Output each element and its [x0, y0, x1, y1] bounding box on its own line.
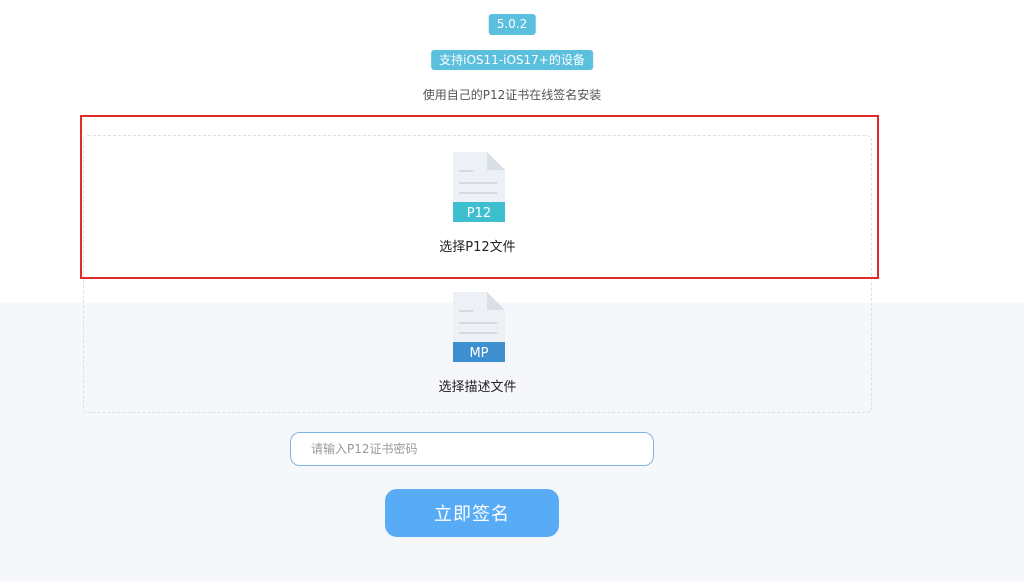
version-badge: 5.0.2	[488, 14, 536, 35]
mp-file-icon: MP	[452, 292, 505, 362]
p12-password-input[interactable]	[290, 432, 654, 466]
page-subtitle: 使用自己的P12证书在线签名安装	[422, 88, 602, 102]
select-p12-file-button[interactable]: P12 选择P12文件	[84, 152, 871, 255]
svg-text:P12: P12	[466, 206, 490, 221]
svg-text:MP: MP	[469, 346, 488, 361]
upload-area: P12 选择P12文件 MP 选择描述文件	[83, 135, 872, 413]
sign-now-button[interactable]: 立即签名	[385, 489, 559, 537]
select-p12-label: 选择P12文件	[439, 240, 516, 255]
select-profile-file-button[interactable]: MP 选择描述文件	[84, 292, 871, 395]
support-badge: 支持iOS11-iOS17+的设备	[431, 50, 593, 70]
select-profile-label: 选择描述文件	[438, 380, 517, 395]
p12-file-icon: P12	[452, 152, 505, 222]
